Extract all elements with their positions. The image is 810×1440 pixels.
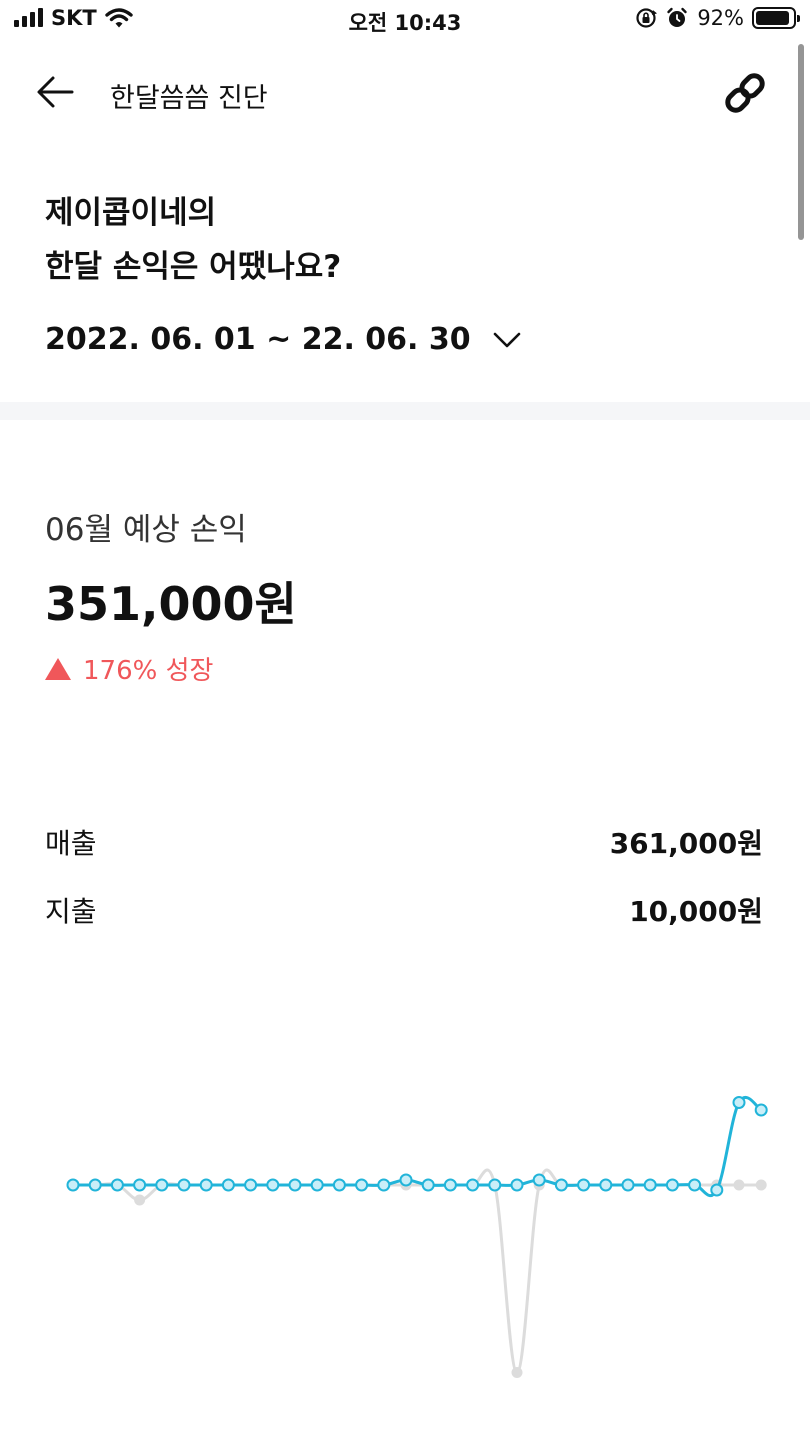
app-header: 한달씀씀 진단 [0, 60, 810, 124]
sales-label: 매출 [45, 827, 97, 860]
data-point-s0-d30 [710, 1183, 724, 1197]
expense-value: 10,000원 [629, 895, 763, 928]
expense-label: 지출 [45, 895, 97, 928]
profit-value: 351,000원 [45, 577, 297, 631]
data-point-s0-d11 [288, 1178, 302, 1192]
profit-label: 06월 예상 손익 [45, 512, 247, 548]
section-divider [0, 402, 810, 420]
page-title: 한달씀씀 진단 [110, 83, 268, 114]
triangle-up-icon [45, 657, 71, 680]
data-point-s0-d4 [133, 1178, 147, 1192]
period-label: 2022. 06. 01 ~ 22. 06. 30 [45, 322, 471, 357]
chevron-down-icon [493, 332, 520, 347]
data-point-s0-d32 [754, 1103, 768, 1117]
growth-text: 176% 성장 [83, 656, 214, 686]
data-point-s0-d2 [88, 1178, 102, 1192]
data-point-s0-d20 [488, 1178, 502, 1192]
expense-row: 지출 10,000원 [45, 890, 763, 930]
data-point-s0-d27 [643, 1178, 657, 1192]
share-link-button[interactable] [720, 68, 770, 118]
sales-row: 매출 361,000원 [45, 822, 763, 862]
data-point-s0-d26 [621, 1178, 635, 1192]
data-point-s1-d31 [733, 1179, 745, 1191]
data-point-s0-d25 [599, 1178, 613, 1192]
daily-profit-chart [66, 1095, 768, 1378]
data-point-s0-d22 [532, 1173, 546, 1187]
orientation-lock-icon [636, 8, 658, 28]
data-point-s0-d3 [110, 1178, 124, 1192]
data-point-s1-d4 [134, 1194, 146, 1206]
series-line-1 [72, 1168, 762, 1375]
data-point-s0-d1 [66, 1178, 80, 1192]
data-point-s0-d23 [554, 1178, 568, 1192]
data-point-s0-d5 [155, 1178, 169, 1192]
data-point-s0-d9 [244, 1178, 258, 1192]
sales-value: 361,000원 [609, 827, 763, 860]
growth-indicator: 176% 성장 [45, 650, 213, 687]
arrow-left-icon [37, 76, 74, 108]
data-point-s0-d6 [177, 1178, 191, 1192]
data-point-s0-d19 [466, 1178, 480, 1192]
data-point-s0-d7 [199, 1178, 213, 1192]
alarm-icon [667, 7, 688, 27]
battery-level [756, 11, 790, 25]
data-point-s0-d12 [310, 1178, 324, 1192]
period-selector[interactable]: 2022. 06. 01 ~ 22. 06. 30 [45, 322, 521, 357]
data-point-s0-d14 [355, 1178, 369, 1192]
series-line-0 [72, 1095, 763, 1198]
data-point-s0-d24 [577, 1178, 591, 1192]
headline: 제이콥이네의 한달 손익은 어땠나요? [45, 186, 341, 294]
data-point-s0-d13 [332, 1178, 346, 1192]
data-point-s0-d29 [688, 1178, 702, 1192]
data-point-s1-d32 [755, 1179, 767, 1191]
data-point-s0-d21 [510, 1178, 524, 1192]
data-point-s0-d28 [665, 1178, 679, 1192]
battery-icon [752, 7, 800, 29]
status-right: 92% [635, 6, 800, 30]
data-point-s1-d21 [511, 1367, 523, 1378]
data-point-s0-d17 [421, 1178, 435, 1192]
back-button[interactable] [34, 72, 78, 112]
data-point-s0-d15 [377, 1178, 391, 1192]
headline-line-2: 한달 손익은 어땠나요? [45, 249, 342, 285]
data-point-s0-d10 [266, 1178, 280, 1192]
data-point-s0-d31 [732, 1096, 746, 1109]
status-bar: SKT 오전 10:43 92% [0, 0, 810, 44]
link-icon [725, 73, 765, 113]
headline-line-1: 제이콥이네의 [45, 195, 217, 231]
data-point-s0-d8 [221, 1178, 235, 1192]
battery-percent: 92% [697, 6, 744, 30]
data-point-s0-d18 [443, 1178, 457, 1192]
data-point-s0-d16 [399, 1173, 413, 1187]
